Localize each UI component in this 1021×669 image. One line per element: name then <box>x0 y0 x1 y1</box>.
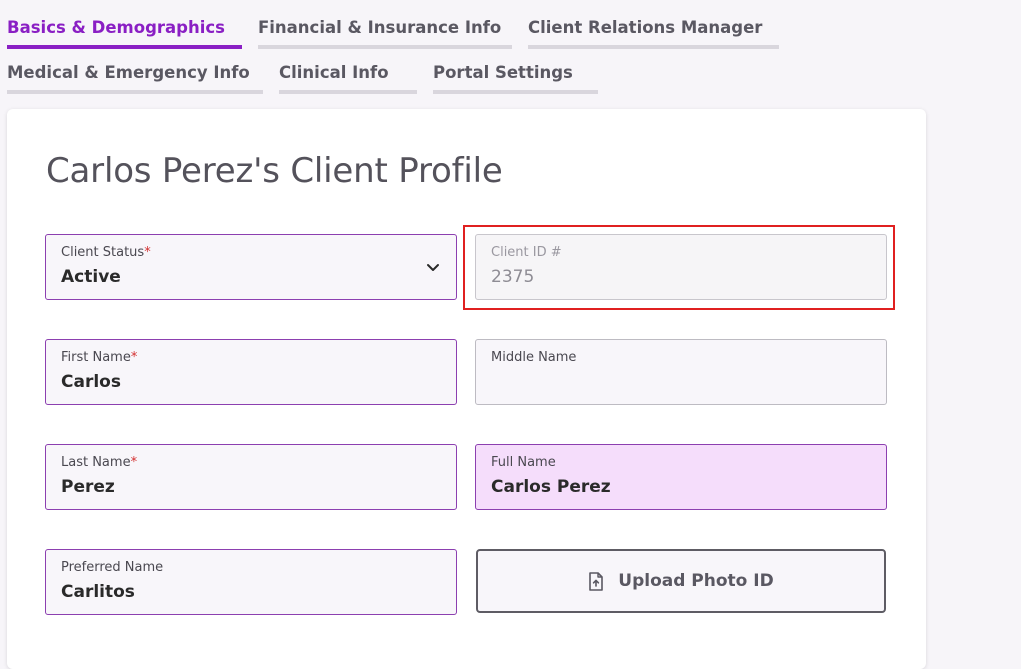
client-id-field: Client ID # 2375 <box>475 234 887 300</box>
preferred-name-label: Preferred Name <box>61 560 164 575</box>
required-marker: * <box>130 455 138 470</box>
preferred-name-field[interactable]: Preferred Name Carlitos <box>45 549 457 615</box>
tab-financial-insurance[interactable]: Financial & Insurance Info <box>258 18 512 49</box>
client-status-label: Client Status* <box>61 245 151 260</box>
preferred-name-value: Carlitos <box>61 582 135 602</box>
required-marker: * <box>144 245 151 260</box>
page-title: Carlos Perez's Client Profile <box>46 151 503 191</box>
file-upload-icon <box>589 571 604 591</box>
tab-basics-demographics[interactable]: Basics & Demographics <box>7 18 242 49</box>
client-status-select[interactable]: Client Status* Active <box>45 234 457 300</box>
required-marker: * <box>130 350 138 365</box>
client-status-value: Active <box>61 267 121 287</box>
tab-client-relations-manager[interactable]: Client Relations Manager <box>528 18 779 49</box>
middle-name-label: Middle Name <box>491 350 577 365</box>
full-name-value: Carlos Perez <box>491 477 611 497</box>
last-name-label: Last Name* <box>61 455 138 470</box>
first-name-value: Carlos <box>61 372 121 392</box>
chevron-down-icon <box>427 264 439 271</box>
upload-photo-id-label: Upload Photo ID <box>618 571 774 591</box>
full-name-label: Full Name <box>491 455 556 470</box>
client-id-label: Client ID # <box>491 245 562 260</box>
client-id-value: 2375 <box>491 267 535 287</box>
middle-name-field[interactable]: Middle Name <box>475 339 887 405</box>
client-profile-card: Carlos Perez's Client Profile Client Sta… <box>7 109 926 669</box>
full-name-field[interactable]: Full Name Carlos Perez <box>475 444 887 510</box>
tab-clinical-info[interactable]: Clinical Info <box>279 63 417 94</box>
first-name-field[interactable]: First Name* Carlos <box>45 339 457 405</box>
upload-photo-id-button[interactable]: Upload Photo ID <box>476 549 886 613</box>
tab-medical-emergency[interactable]: Medical & Emergency Info <box>7 63 263 94</box>
last-name-value: Perez <box>61 477 115 497</box>
tab-portal-settings[interactable]: Portal Settings <box>433 63 598 94</box>
profile-tabs: Basics & Demographics Financial & Insura… <box>0 0 1021 100</box>
last-name-field[interactable]: Last Name* Perez <box>45 444 457 510</box>
first-name-label: First Name* <box>61 350 138 365</box>
